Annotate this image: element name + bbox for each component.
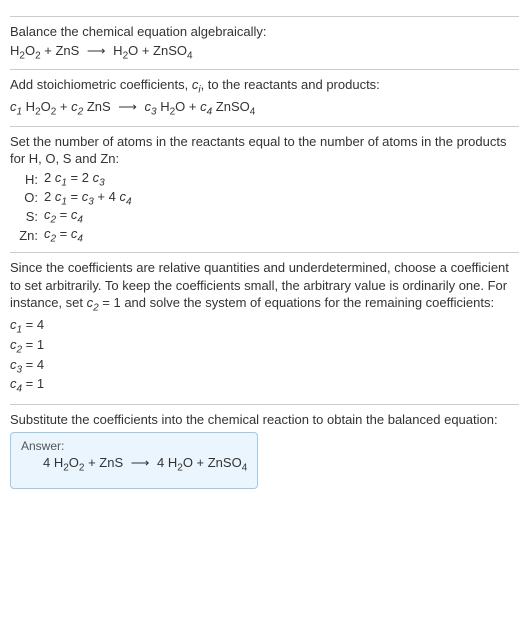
atom-row: Zn: c2 = c4 — [16, 226, 138, 245]
atom-row: O: 2 c1 = c3 + 4 c4 — [16, 189, 138, 208]
answer-box: Answer: 4 H2O2 + ZnS ⟶ 4 H2O + ZnSO4 — [10, 432, 258, 489]
coeff-value: c4 = 1 — [10, 376, 519, 396]
prompt-text: Balance the chemical equation algebraica… — [10, 23, 519, 41]
atom-row: H: 2 c1 = 2 c3 — [16, 170, 138, 189]
section-answer: Substitute the coefficients into the che… — [10, 404, 519, 489]
atom-row: S: c2 = c4 — [16, 207, 138, 226]
element-label: Zn: — [16, 226, 44, 245]
answer-label: Answer: — [21, 439, 247, 453]
section-prompt: Balance the chemical equation algebraica… — [10, 16, 519, 61]
element-equation: 2 c1 = c3 + 4 c4 — [44, 189, 138, 208]
unbalanced-equation: H2O2 + ZnS ⟶ H2O + ZnSO4 — [10, 43, 519, 62]
element-equation: 2 c1 = 2 c3 — [44, 170, 138, 189]
element-label: H: — [16, 170, 44, 189]
section-solve: Since the coefficients are relative quan… — [10, 252, 519, 396]
coeff-equation: c1 H2O2 + c2 ZnS ⟶ c3 H2O + c4 ZnSO4 — [10, 99, 519, 118]
coeff-value: c2 = 1 — [10, 337, 519, 357]
element-equation: c2 = c4 — [44, 207, 138, 226]
balanced-equation: 4 H2O2 + ZnS ⟶ 4 H2O + ZnSO4 — [21, 455, 247, 474]
section-atom-balance: Set the number of atoms in the reactants… — [10, 126, 519, 244]
answer-intro: Substitute the coefficients into the che… — [10, 411, 519, 429]
element-label: S: — [16, 207, 44, 226]
add-coeffs-text: Add stoichiometric coefficients, ci, to … — [10, 76, 519, 97]
element-label: O: — [16, 189, 44, 208]
coeff-value: c3 = 4 — [10, 357, 519, 377]
solve-intro: Since the coefficients are relative quan… — [10, 259, 519, 315]
element-equation: c2 = c4 — [44, 226, 138, 245]
atom-balance-intro: Set the number of atoms in the reactants… — [10, 133, 519, 168]
atom-balance-table: H: 2 c1 = 2 c3 O: 2 c1 = c3 + 4 c4 S: c2… — [16, 170, 138, 244]
solved-coefficients: c1 = 4 c2 = 1 c3 = 4 c4 = 1 — [10, 317, 519, 395]
coeff-value: c1 = 4 — [10, 317, 519, 337]
section-add-coefficients: Add stoichiometric coefficients, ci, to … — [10, 69, 519, 118]
